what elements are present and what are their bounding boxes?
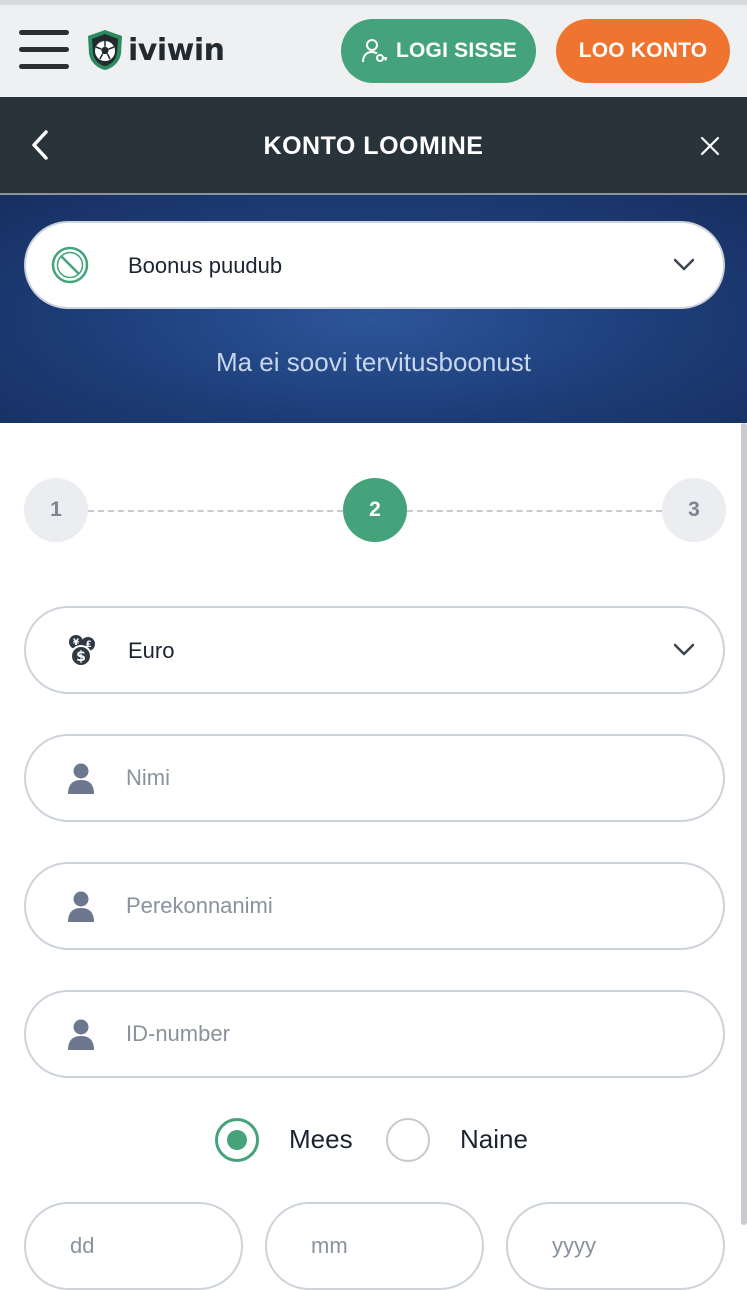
step-connector <box>88 510 343 512</box>
no-bonus-icon <box>51 246 89 284</box>
login-button-label: LOGI SISSE <box>395 39 518 62</box>
close-icon[interactable] <box>697 133 723 159</box>
scrollbar[interactable] <box>741 423 747 1225</box>
browser-edge <box>0 0 747 5</box>
login-button[interactable]: LOGI SISSE <box>341 19 536 83</box>
currency-coins-icon: ¥ £ $ <box>69 635 95 667</box>
shield-ball-icon <box>88 30 122 70</box>
step-indicator: 1 2 3 <box>0 478 747 542</box>
gender-selector: Mees Naine <box>0 1116 747 1164</box>
user-key-icon <box>361 39 387 63</box>
bonus-subtitle: Ma ei soovi tervitusboonust <box>215 347 532 377</box>
first-name-input[interactable] <box>126 736 686 820</box>
top-bar: iviwin LOGI SISSE LOO KONTO <box>0 0 747 97</box>
hamburger-icon[interactable] <box>19 30 69 70</box>
id-number-field[interactable] <box>24 990 725 1078</box>
chevron-down-icon <box>673 643 695 656</box>
gender-male-radio[interactable] <box>215 1118 259 1162</box>
register-button[interactable]: LOO KONTO <box>556 19 730 83</box>
svg-text:¥: ¥ <box>73 638 80 648</box>
step-3: 3 <box>662 478 726 542</box>
bonus-select[interactable]: Boonus puudub <box>24 221 725 309</box>
gender-male-label[interactable]: Mees <box>289 1124 353 1155</box>
bonus-panel: Boonus puudub Ma ei soovi tervitusboonus… <box>0 195 747 423</box>
gender-female-label[interactable]: Naine <box>460 1124 528 1155</box>
first-name-field[interactable] <box>24 734 725 822</box>
logo-text: iviwin <box>128 32 225 68</box>
last-name-field[interactable] <box>24 862 725 950</box>
birth-year-input[interactable] <box>508 1204 723 1288</box>
person-icon <box>68 763 94 794</box>
svg-text:£: £ <box>85 640 91 650</box>
svg-text:$: $ <box>76 649 86 665</box>
step-1: 1 <box>24 478 88 542</box>
person-icon <box>68 891 94 922</box>
person-icon <box>68 1019 94 1050</box>
birth-day-input[interactable] <box>26 1204 241 1288</box>
step-connector <box>407 510 662 512</box>
last-name-input[interactable] <box>126 864 686 948</box>
chevron-left-icon[interactable] <box>26 127 56 163</box>
currency-select[interactable]: ¥ £ $ Euro <box>24 606 725 694</box>
birth-month-input[interactable] <box>267 1204 482 1288</box>
step-2: 2 <box>343 478 407 542</box>
currency-value: Euro <box>128 638 175 663</box>
gender-female-radio[interactable] <box>386 1118 430 1162</box>
modal-header: KONTO LOOMINE <box>0 97 747 195</box>
modal-title: KONTO LOOMINE <box>263 131 484 160</box>
birth-day-field[interactable] <box>24 1202 243 1290</box>
register-button-label: LOO KONTO <box>578 39 708 62</box>
birth-year-field[interactable] <box>506 1202 725 1290</box>
chevron-down-icon <box>673 258 695 271</box>
birth-month-field[interactable] <box>265 1202 484 1290</box>
bonus-selected-label: Boonus puudub <box>128 253 283 278</box>
id-number-input[interactable] <box>126 992 686 1076</box>
brand-logo[interactable]: iviwin <box>86 28 225 72</box>
